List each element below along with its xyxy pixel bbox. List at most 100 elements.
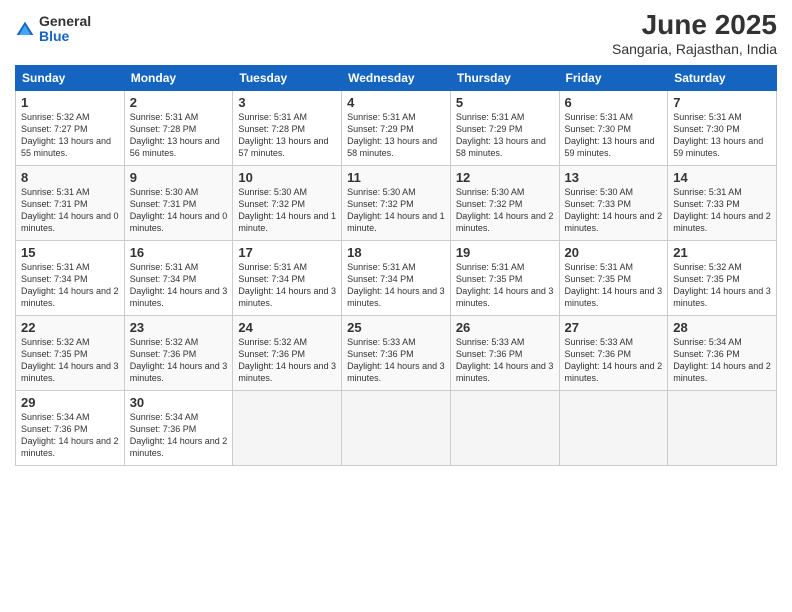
calendar-header-row: SundayMondayTuesdayWednesdayThursdayFrid… [16, 65, 777, 90]
day-number: 20 [565, 245, 663, 260]
logo-text: General Blue [39, 14, 91, 45]
calendar-cell: 9Sunrise: 5:30 AMSunset: 7:31 PMDaylight… [124, 165, 233, 240]
calendar-week-3: 15Sunrise: 5:31 AMSunset: 7:34 PMDayligh… [16, 240, 777, 315]
calendar-cell [450, 390, 559, 465]
day-number: 15 [21, 245, 119, 260]
day-info: Sunrise: 5:31 AMSunset: 7:34 PMDaylight:… [130, 261, 228, 310]
calendar-cell: 18Sunrise: 5:31 AMSunset: 7:34 PMDayligh… [342, 240, 451, 315]
calendar-cell: 29Sunrise: 5:34 AMSunset: 7:36 PMDayligh… [16, 390, 125, 465]
calendar-cell: 28Sunrise: 5:34 AMSunset: 7:36 PMDayligh… [668, 315, 777, 390]
day-info: Sunrise: 5:31 AMSunset: 7:34 PMDaylight:… [347, 261, 445, 310]
page: General Blue June 2025 Sangaria, Rajasth… [0, 0, 792, 612]
day-number: 10 [238, 170, 336, 185]
calendar-cell: 7Sunrise: 5:31 AMSunset: 7:30 PMDaylight… [668, 90, 777, 165]
day-info: Sunrise: 5:31 AMSunset: 7:34 PMDaylight:… [238, 261, 336, 310]
day-info: Sunrise: 5:31 AMSunset: 7:30 PMDaylight:… [565, 111, 663, 160]
calendar-cell: 16Sunrise: 5:31 AMSunset: 7:34 PMDayligh… [124, 240, 233, 315]
day-info: Sunrise: 5:31 AMSunset: 7:34 PMDaylight:… [21, 261, 119, 310]
day-number: 29 [21, 395, 119, 410]
day-number: 12 [456, 170, 554, 185]
title-block: June 2025 Sangaria, Rajasthan, India [612, 10, 777, 57]
day-info: Sunrise: 5:34 AMSunset: 7:36 PMDaylight:… [21, 411, 119, 460]
day-number: 24 [238, 320, 336, 335]
day-info: Sunrise: 5:32 AMSunset: 7:35 PMDaylight:… [673, 261, 771, 310]
day-info: Sunrise: 5:30 AMSunset: 7:32 PMDaylight:… [456, 186, 554, 235]
day-number: 30 [130, 395, 228, 410]
calendar-week-2: 8Sunrise: 5:31 AMSunset: 7:31 PMDaylight… [16, 165, 777, 240]
calendar-cell [342, 390, 451, 465]
calendar-cell: 15Sunrise: 5:31 AMSunset: 7:34 PMDayligh… [16, 240, 125, 315]
day-number: 8 [21, 170, 119, 185]
calendar-table: SundayMondayTuesdayWednesdayThursdayFrid… [15, 65, 777, 466]
day-number: 21 [673, 245, 771, 260]
day-number: 2 [130, 95, 228, 110]
day-info: Sunrise: 5:31 AMSunset: 7:28 PMDaylight:… [238, 111, 336, 160]
day-info: Sunrise: 5:30 AMSunset: 7:33 PMDaylight:… [565, 186, 663, 235]
day-header-friday: Friday [559, 65, 668, 90]
subtitle: Sangaria, Rajasthan, India [612, 41, 777, 57]
calendar-cell: 23Sunrise: 5:32 AMSunset: 7:36 PMDayligh… [124, 315, 233, 390]
logo: General Blue [15, 14, 91, 45]
day-number: 18 [347, 245, 445, 260]
day-header-tuesday: Tuesday [233, 65, 342, 90]
calendar-cell: 11Sunrise: 5:30 AMSunset: 7:32 PMDayligh… [342, 165, 451, 240]
day-number: 4 [347, 95, 445, 110]
day-number: 13 [565, 170, 663, 185]
calendar-cell [668, 390, 777, 465]
calendar-cell: 26Sunrise: 5:33 AMSunset: 7:36 PMDayligh… [450, 315, 559, 390]
day-number: 3 [238, 95, 336, 110]
calendar-cell: 25Sunrise: 5:33 AMSunset: 7:36 PMDayligh… [342, 315, 451, 390]
day-info: Sunrise: 5:34 AMSunset: 7:36 PMDaylight:… [673, 336, 771, 385]
calendar-cell: 13Sunrise: 5:30 AMSunset: 7:33 PMDayligh… [559, 165, 668, 240]
day-info: Sunrise: 5:30 AMSunset: 7:32 PMDaylight:… [347, 186, 445, 235]
day-header-saturday: Saturday [668, 65, 777, 90]
day-header-monday: Monday [124, 65, 233, 90]
day-number: 11 [347, 170, 445, 185]
calendar-cell: 8Sunrise: 5:31 AMSunset: 7:31 PMDaylight… [16, 165, 125, 240]
day-number: 26 [456, 320, 554, 335]
day-info: Sunrise: 5:31 AMSunset: 7:35 PMDaylight:… [565, 261, 663, 310]
calendar-cell: 6Sunrise: 5:31 AMSunset: 7:30 PMDaylight… [559, 90, 668, 165]
calendar-cell: 20Sunrise: 5:31 AMSunset: 7:35 PMDayligh… [559, 240, 668, 315]
day-number: 25 [347, 320, 445, 335]
calendar-cell: 12Sunrise: 5:30 AMSunset: 7:32 PMDayligh… [450, 165, 559, 240]
day-number: 16 [130, 245, 228, 260]
day-number: 9 [130, 170, 228, 185]
day-info: Sunrise: 5:34 AMSunset: 7:36 PMDaylight:… [130, 411, 228, 460]
calendar-cell: 17Sunrise: 5:31 AMSunset: 7:34 PMDayligh… [233, 240, 342, 315]
logo-general: General [39, 14, 91, 29]
calendar-cell: 2Sunrise: 5:31 AMSunset: 7:28 PMDaylight… [124, 90, 233, 165]
day-info: Sunrise: 5:30 AMSunset: 7:32 PMDaylight:… [238, 186, 336, 235]
day-number: 1 [21, 95, 119, 110]
day-header-thursday: Thursday [450, 65, 559, 90]
calendar-cell: 3Sunrise: 5:31 AMSunset: 7:28 PMDaylight… [233, 90, 342, 165]
day-info: Sunrise: 5:32 AMSunset: 7:35 PMDaylight:… [21, 336, 119, 385]
day-info: Sunrise: 5:31 AMSunset: 7:35 PMDaylight:… [456, 261, 554, 310]
calendar-cell: 22Sunrise: 5:32 AMSunset: 7:35 PMDayligh… [16, 315, 125, 390]
day-number: 17 [238, 245, 336, 260]
calendar-cell [559, 390, 668, 465]
day-info: Sunrise: 5:33 AMSunset: 7:36 PMDaylight:… [565, 336, 663, 385]
day-info: Sunrise: 5:30 AMSunset: 7:31 PMDaylight:… [130, 186, 228, 235]
calendar-cell: 10Sunrise: 5:30 AMSunset: 7:32 PMDayligh… [233, 165, 342, 240]
logo-icon [15, 20, 35, 40]
day-info: Sunrise: 5:32 AMSunset: 7:27 PMDaylight:… [21, 111, 119, 160]
day-number: 22 [21, 320, 119, 335]
calendar-cell: 27Sunrise: 5:33 AMSunset: 7:36 PMDayligh… [559, 315, 668, 390]
calendar-cell: 5Sunrise: 5:31 AMSunset: 7:29 PMDaylight… [450, 90, 559, 165]
calendar-week-1: 1Sunrise: 5:32 AMSunset: 7:27 PMDaylight… [16, 90, 777, 165]
day-number: 7 [673, 95, 771, 110]
day-info: Sunrise: 5:31 AMSunset: 7:30 PMDaylight:… [673, 111, 771, 160]
calendar-cell: 4Sunrise: 5:31 AMSunset: 7:29 PMDaylight… [342, 90, 451, 165]
day-info: Sunrise: 5:31 AMSunset: 7:33 PMDaylight:… [673, 186, 771, 235]
day-number: 23 [130, 320, 228, 335]
calendar-week-5: 29Sunrise: 5:34 AMSunset: 7:36 PMDayligh… [16, 390, 777, 465]
day-info: Sunrise: 5:31 AMSunset: 7:29 PMDaylight:… [347, 111, 445, 160]
calendar-cell: 1Sunrise: 5:32 AMSunset: 7:27 PMDaylight… [16, 90, 125, 165]
calendar-cell: 21Sunrise: 5:32 AMSunset: 7:35 PMDayligh… [668, 240, 777, 315]
logo-blue: Blue [39, 29, 91, 44]
day-number: 19 [456, 245, 554, 260]
day-number: 5 [456, 95, 554, 110]
calendar-cell [233, 390, 342, 465]
calendar-cell: 14Sunrise: 5:31 AMSunset: 7:33 PMDayligh… [668, 165, 777, 240]
